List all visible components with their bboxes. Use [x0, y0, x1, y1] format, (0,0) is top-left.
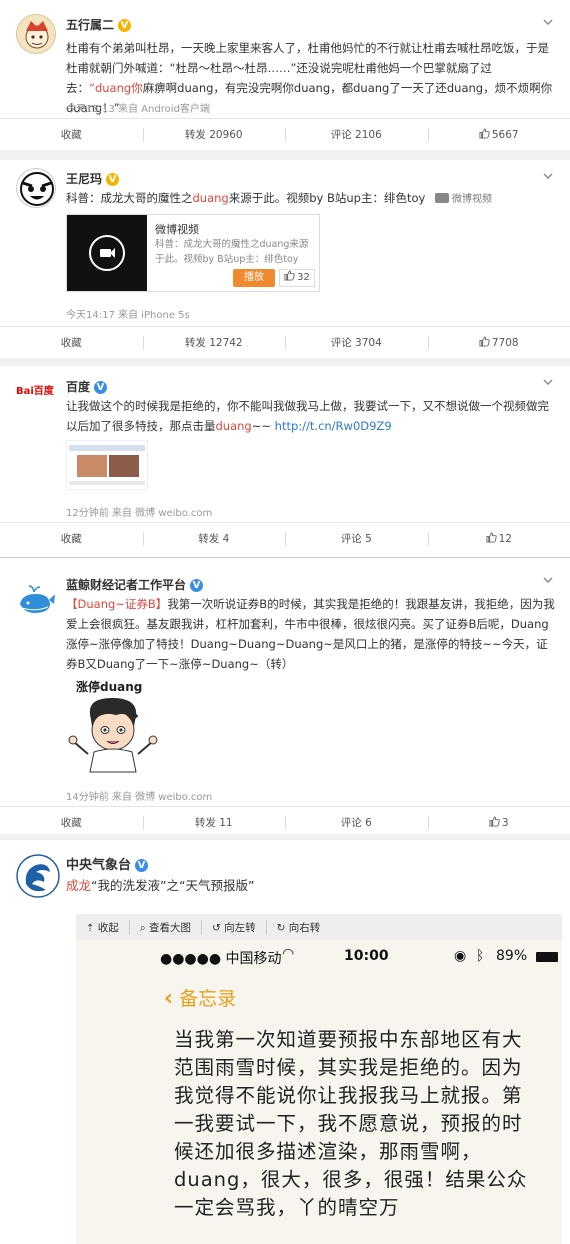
avatar[interactable] [16, 14, 56, 54]
memo-text: 当我第一次知道要预报中东部地区有大范围雨雪时候，其实我是拒绝的。因为我觉得不能说… [174, 1028, 528, 1219]
post-image[interactable] [66, 440, 148, 490]
repost-button[interactable]: 转发 12742 [142, 327, 286, 358]
action-bar: 收藏 转发 4 评论 5 12 [0, 522, 570, 554]
avatar[interactable]: Bai百度 [16, 382, 60, 402]
back-chevron-icon: ‹ [164, 986, 174, 1011]
post-meta: 今天15:13 来自 Android客户端 [66, 104, 210, 115]
post-meta: 今天14:17 来自 iPhone 5s [66, 310, 190, 321]
avatar[interactable] [16, 854, 60, 898]
rotate-left-button[interactable]: ↺ 向左转 [200, 919, 266, 935]
chevron-down-icon[interactable] [542, 16, 554, 28]
video-thumbnail[interactable] [67, 215, 147, 291]
rotate-left-icon: ↺ [211, 921, 221, 934]
weibo-post: 王尼玛 V 科普：成龙大哥的魔性之duang来源于此。视频by B站up主：绯色t… [0, 160, 570, 360]
clock: 10:00 [344, 948, 389, 964]
comment-button[interactable]: 评论 3704 [285, 327, 428, 358]
action-bar: 收藏 转发 20960 评论 2106 5667 [0, 118, 570, 150]
thumbs-up-icon [479, 128, 490, 139]
thumbs-up-icon [479, 336, 490, 347]
thumbs-up-icon [489, 816, 500, 827]
weibo-post: 中央气象台 V 成龙“我的洗发液”之“天气预报版” ⇡ 收起 ⌕ 查看大图 ↺ 向… [0, 840, 570, 1244]
collect-button[interactable]: 收藏 [0, 523, 143, 554]
verified-icon: V [190, 579, 204, 592]
chevron-down-icon[interactable] [542, 376, 554, 388]
repost-button[interactable]: 转发 20960 [142, 119, 286, 150]
chevron-down-icon[interactable] [542, 574, 554, 586]
post-separator [0, 358, 570, 366]
author-name[interactable]: 五行属二 V [66, 16, 132, 33]
comment-button[interactable]: 评论 2106 [285, 119, 428, 150]
post-image[interactable]: 涨停duang [66, 674, 162, 774]
status-bar: ●●●●● 中国移动 ◠ 10:00 ◉ ᛒ 89% [76, 940, 562, 974]
back-button[interactable]: ‹ 备忘录 [164, 984, 236, 1011]
battery-icon [536, 952, 558, 962]
video-icon [434, 193, 449, 203]
weibo-post: Bai百度 百度 V 让我做这个的时候我是拒绝的，你不能叫我做我马上做，我要试一下… [0, 366, 570, 558]
post-text: 【Duang~证券B】我第一次听说证券B的时候，其实我是拒绝的！我跟基友讲，我拒… [66, 597, 555, 671]
action-bar: 收藏 转发 12742 评论 3704 7708 [0, 326, 570, 358]
play-icon [89, 235, 125, 271]
weibo-post: 五行属二 V 杜甫有个弟弟叫杜昂，一天晚上家里来客人了，杜甫他妈忙的不行就让杜甫去… [0, 0, 570, 150]
verified-icon: V [118, 19, 132, 32]
verified-icon: V [94, 381, 108, 394]
collect-button[interactable]: 收藏 [0, 119, 143, 150]
battery-level: 89% [496, 948, 528, 964]
post-meta: 12分钟前 来自 微博 weibo.com [66, 508, 213, 519]
verified-icon: V [106, 173, 120, 186]
collect-button[interactable]: 收藏 [0, 327, 143, 358]
weibo-post: 蓝鲸财经记者工作平台 V 【Duang~证券B】我第一次听说证券B的时候，其实我是… [0, 566, 570, 836]
phone-screenshot[interactable]: ●●●●● 中国移动 ◠ 10:00 ◉ ᛒ 89% ‹ 备忘录 当我第一次知道… [76, 940, 562, 1244]
bluetooth-icon: ᛒ [476, 948, 485, 964]
like-button[interactable]: 7708 [427, 327, 570, 358]
avatar[interactable] [16, 582, 56, 622]
lock-rotation-icon: ◉ [454, 948, 467, 964]
author-name[interactable]: 王尼玛 V [66, 170, 120, 187]
image-caption: 涨停duang [76, 680, 143, 694]
card-title: 微博视频 [155, 223, 199, 236]
repost-button[interactable]: 转发 4 [142, 523, 286, 554]
author-name[interactable]: 中央气象台 V [66, 854, 149, 873]
post-meta: 14分钟前 来自 微博 weibo.com [66, 792, 213, 803]
post-separator [0, 150, 570, 160]
comment-button[interactable]: 评论 5 [285, 523, 428, 554]
arrow-up-icon: ⇡ [86, 922, 95, 934]
card-description: 科普：成龙大哥的魔性之duang来源于此。视频by B站up主：绯色toy [155, 239, 309, 265]
author-name[interactable]: 蓝鲸财经记者工作平台 V [66, 576, 204, 593]
post-text: 让我做这个的时候我是拒绝的，你不能叫我做我马上做，我要试一下，又不想说做一个视频… [66, 399, 549, 433]
author-name[interactable]: 百度 V [66, 378, 108, 395]
view-large-button[interactable]: ⌕ 查看大图 [128, 919, 201, 935]
rotate-right-icon: ↻ [276, 921, 286, 934]
video-tag[interactable]: 微博视频 [434, 190, 492, 210]
video-card[interactable]: 微博视频 科普：成龙大哥的魔性之duang来源于此。视频by B站up主：绯色t… [66, 214, 320, 292]
magnifier-icon: ⌕ [139, 921, 146, 934]
verified-icon: V [135, 859, 149, 872]
wifi-icon: ◠ [282, 946, 295, 962]
avatar[interactable] [16, 168, 56, 208]
play-button[interactable]: 播放 [233, 269, 275, 287]
like-button[interactable]: 12 [427, 523, 570, 554]
like-button[interactable]: 5667 [427, 119, 570, 150]
carrier-label: ●●●●● 中国移动 [160, 951, 282, 967]
chevron-down-icon[interactable] [542, 170, 554, 182]
post-text: 科普：成龙大哥的魔性之duang来源于此。视频by B站up主：绯色toy 微博… [66, 188, 556, 210]
rotate-right-button[interactable]: ↻ 向右转 [265, 919, 331, 935]
baidu-logo: Bai百度 [16, 386, 54, 397]
collapse-button[interactable]: ⇡ 收起 [76, 920, 129, 935]
card-like-button[interactable]: 32 [279, 269, 315, 287]
post-text: 成龙“我的洗发液”之“天气预报版” [66, 878, 255, 893]
thumbs-up-icon [486, 532, 497, 543]
image-viewer-toolbar: ⇡ 收起 ⌕ 查看大图 ↺ 向左转 ↻ 向右转 [76, 914, 562, 940]
short-link[interactable]: http://t.cn/Rw0D9Z9 [275, 419, 392, 433]
thumbs-up-icon [284, 270, 295, 281]
